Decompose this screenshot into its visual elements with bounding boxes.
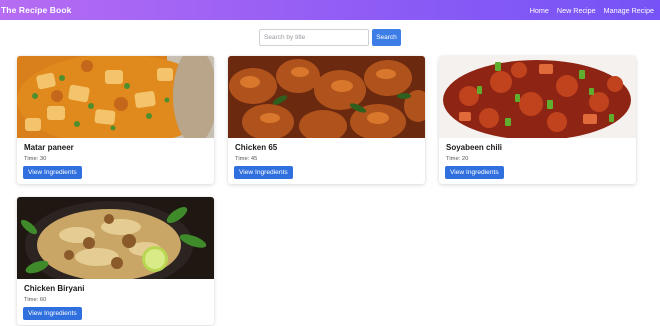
recipe-card: Chicken 65 Time: 45 View Ingredients [228,56,425,184]
recipe-image-chicken-65 [228,56,425,138]
recipe-image-matar-paneer [17,56,214,138]
search-button[interactable]: Search [372,29,401,46]
nav-links: Home New Recipe Manage Recipe [530,6,654,15]
recipe-card: Matar paneer Time: 30 View Ingredients [17,56,214,184]
recipe-image-soyabeen-chili [439,56,636,138]
recipe-card: Chicken Biryani Time: 60 View Ingredient… [17,197,214,325]
recipe-image-chicken-biryani [17,197,214,279]
view-ingredients-button[interactable]: View Ingredients [23,166,82,179]
nav-manage-recipe-link[interactable]: Manage Recipe [604,6,654,15]
nav-home-link[interactable]: Home [530,6,549,15]
brand-title[interactable]: The Recipe Book [1,5,71,15]
recipe-title: Matar paneer [24,143,74,152]
recipe-time: Time: 20 [446,156,469,162]
top-nav-bar: The Recipe Book Home New Recipe Manage R… [0,0,660,20]
recipe-title: Chicken Biryani [24,284,85,293]
view-ingredients-button[interactable]: View Ingredients [445,166,504,179]
recipe-time: Time: 60 [24,297,47,303]
recipe-title: Chicken 65 [235,143,278,152]
recipe-time: Time: 30 [24,156,47,162]
recipe-title: Soyabeen chili [446,143,503,152]
recipe-time: Time: 45 [235,156,258,162]
search-bar: Search [0,29,660,47]
recipe-card: Soyabeen chili Time: 20 View Ingredients [439,56,636,184]
view-ingredients-button[interactable]: View Ingredients [23,307,82,320]
search-input[interactable] [259,29,369,46]
view-ingredients-button[interactable]: View Ingredients [234,166,293,179]
nav-new-recipe-link[interactable]: New Recipe [557,6,596,15]
